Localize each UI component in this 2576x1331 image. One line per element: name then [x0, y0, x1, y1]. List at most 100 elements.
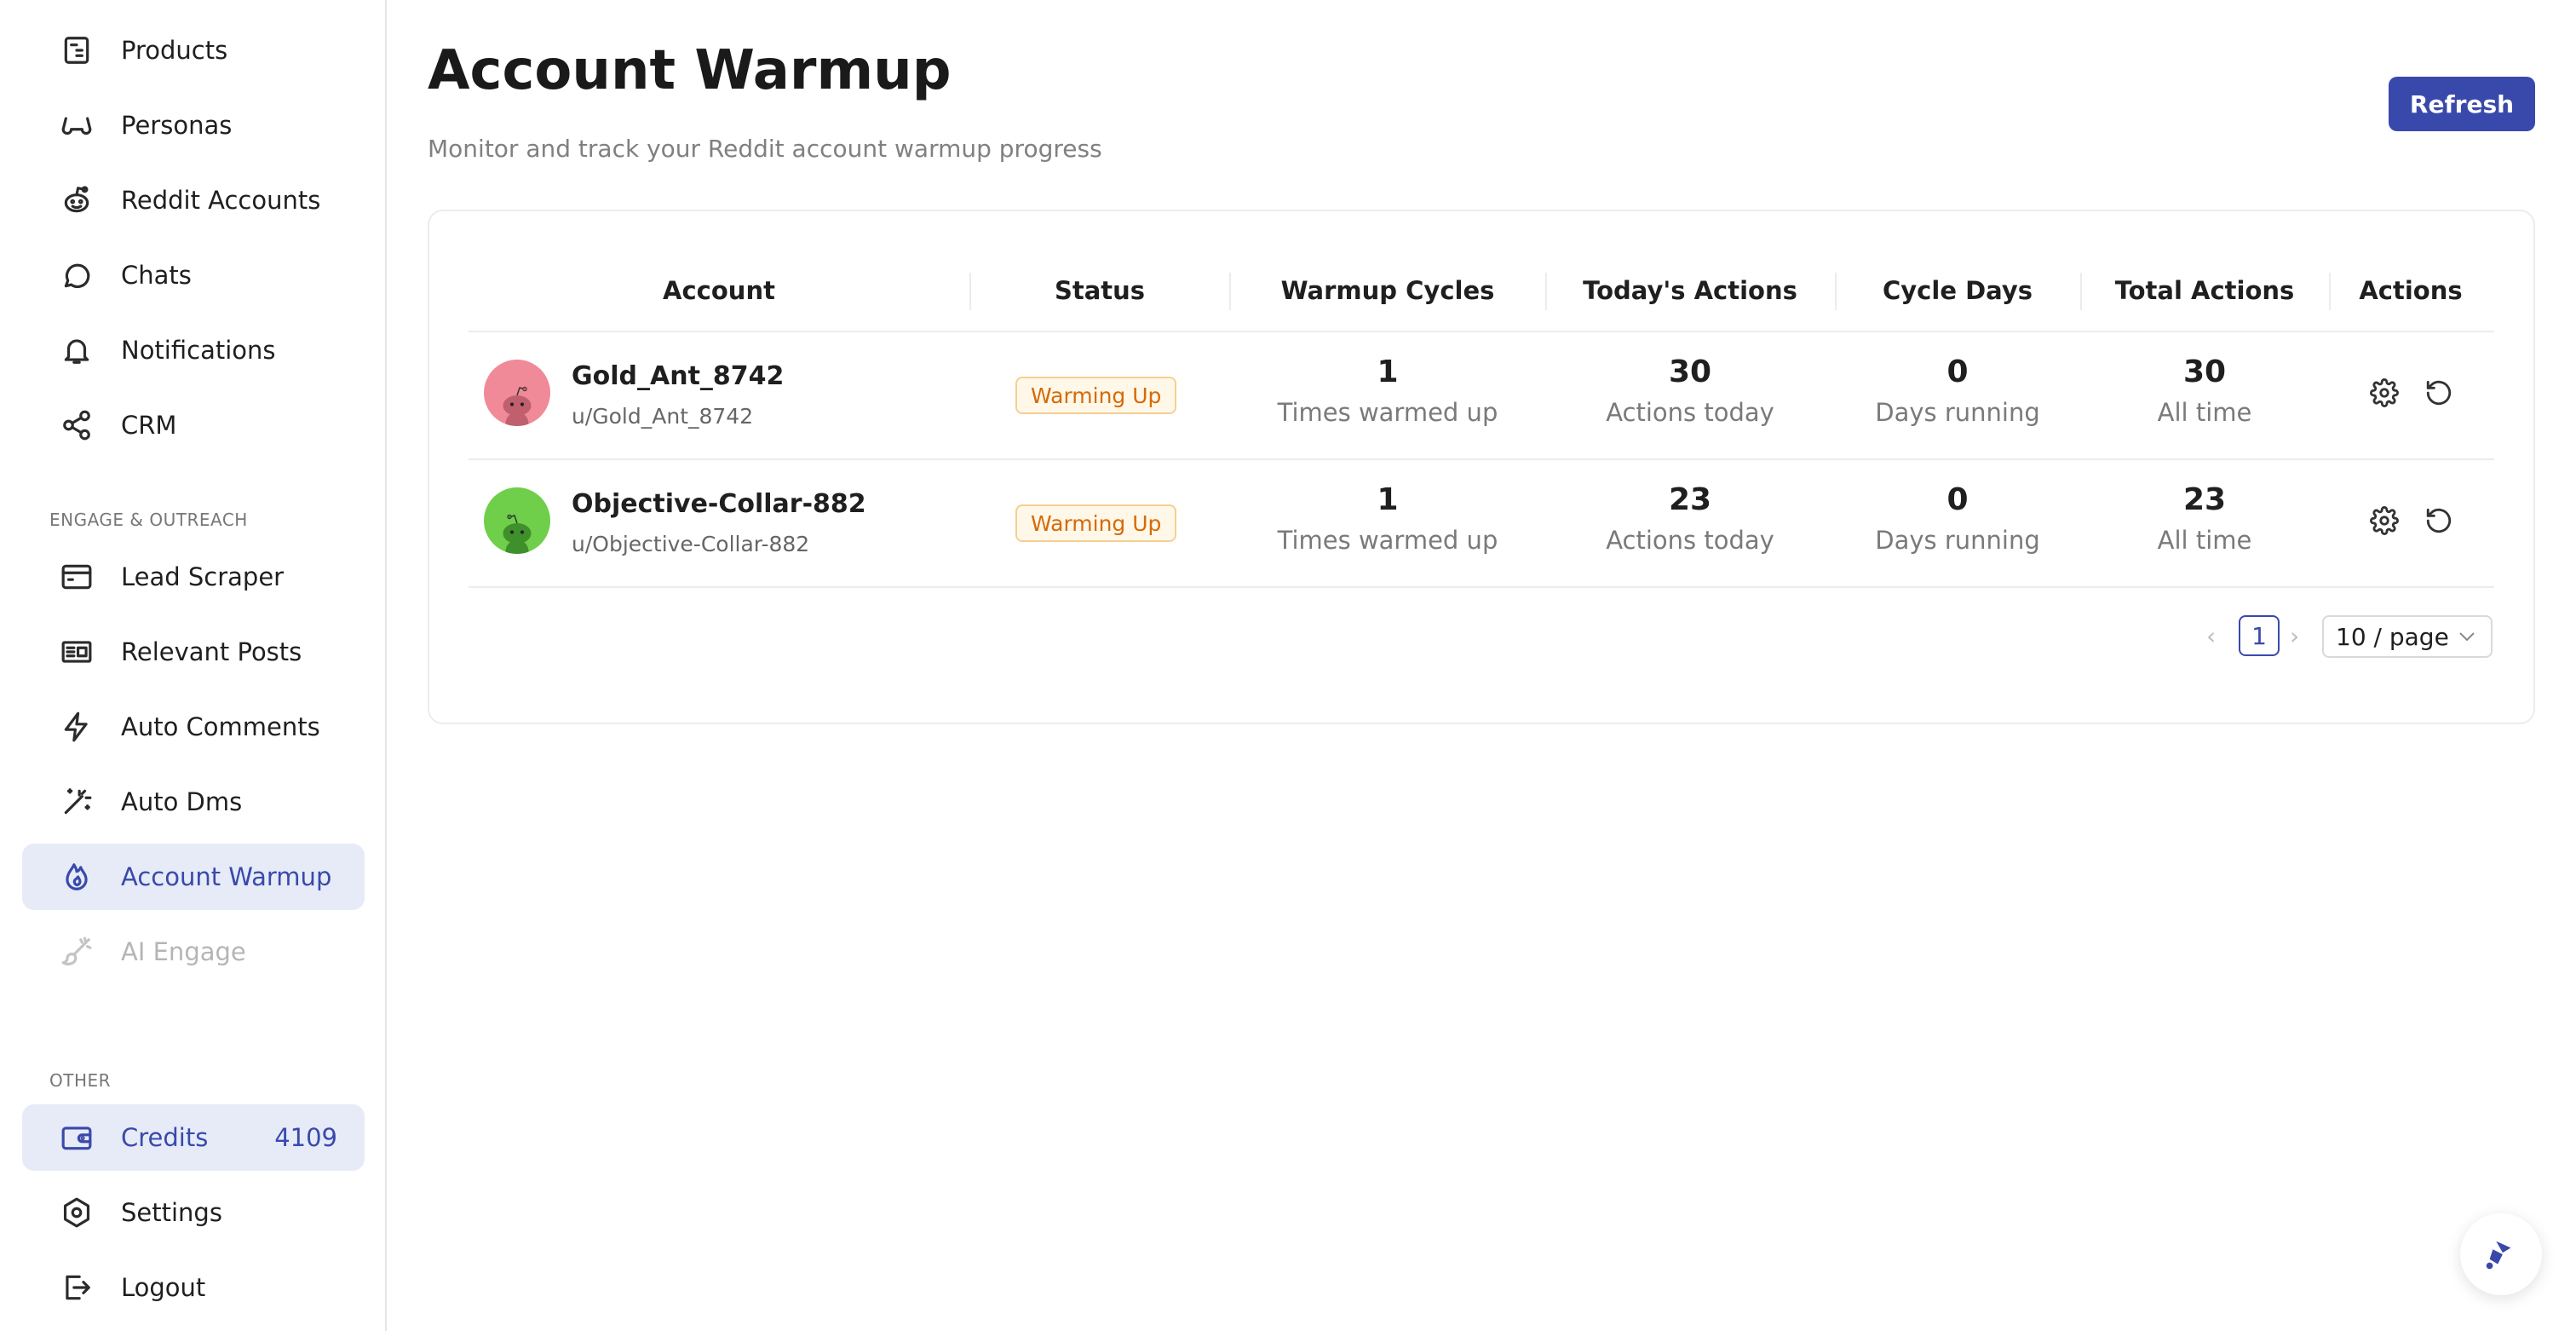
sidebar-item-auto-comments[interactable]: Auto Comments [22, 694, 365, 760]
sidebar-item-account-warmup[interactable]: Account Warmup [22, 844, 365, 910]
avatar [484, 360, 550, 426]
total-actions-caption: All time [2157, 526, 2252, 555]
page-size-value: 10 / page [2336, 622, 2449, 651]
sidebar-item-label: Lead Scraper [121, 562, 285, 591]
sidebar-item-credits[interactable]: Credits 4109 [22, 1104, 365, 1171]
warmup-cycles-value: 1 [1377, 354, 1399, 389]
sidebar-item-label: Notifications [121, 336, 276, 365]
avatar [484, 487, 550, 554]
sidebar-item-logout[interactable]: Logout [22, 1254, 365, 1321]
credits-count: 4109 [274, 1123, 337, 1152]
sidebar-item-chats[interactable]: Chats [22, 242, 365, 308]
column-divider [2080, 273, 2082, 310]
sidebar-item-label: Reddit Accounts [121, 186, 321, 215]
next-page-button[interactable]: › [2290, 622, 2299, 650]
brush-icon [60, 935, 94, 969]
sidebar-item-crm[interactable]: CRM [22, 392, 365, 458]
status-badge: Warming Up [1015, 504, 1177, 542]
column-divider [1835, 273, 1837, 310]
wallet-icon [60, 1121, 94, 1155]
sidebar-item-auto-dms[interactable]: Auto Dms [22, 769, 365, 835]
sidebar-item-notifications[interactable]: Notifications [22, 317, 365, 383]
bell-icon [60, 333, 94, 367]
cycle-days-value: 0 [1946, 482, 1969, 517]
chat-widget-icon [2486, 1241, 2511, 1270]
total-actions-caption: All time [2157, 398, 2252, 427]
todays-actions-caption: Actions today [1606, 526, 1774, 555]
sidebar-item-personas[interactable]: Personas [22, 92, 365, 158]
lightning-icon [60, 710, 94, 744]
todays-actions-cell: 23 Actions today [1606, 482, 1774, 555]
sidebar-item-label: CRM [121, 411, 177, 440]
share-nodes-icon [60, 408, 94, 442]
sidebar-item-ai-engage[interactable]: AI Engage [22, 919, 365, 985]
chevron-down-icon [2459, 632, 2475, 642]
header-divider [469, 331, 2494, 332]
sidebar-item-label: Credits [121, 1123, 209, 1152]
sidebar-item-relevant-posts[interactable]: Relevant Posts [22, 619, 365, 685]
help-chat-button[interactable] [2460, 1213, 2542, 1295]
page-subtitle: Monitor and track your Reddit account wa… [428, 135, 1102, 163]
sidebar-item-label: Account Warmup [121, 862, 332, 891]
reset-icon[interactable] [2424, 378, 2453, 407]
column-divider [969, 273, 971, 310]
warmup-cycles-caption: Times warmed up [1277, 398, 1498, 427]
row-divider [469, 458, 2494, 460]
sidebar-item-products[interactable]: Products [22, 17, 365, 84]
warmup-cycles-cell: 1 Times warmed up [1278, 482, 1498, 555]
section-title-engage: ENGAGE & OUTREACH [49, 510, 248, 530]
account-handle: u/Objective-Collar-882 [572, 532, 810, 556]
total-actions-value: 30 [2182, 354, 2227, 389]
page-title: Account Warmup [428, 39, 952, 102]
logout-icon [60, 1270, 94, 1305]
chat-bubble-icon [60, 258, 94, 292]
reset-icon[interactable] [2424, 506, 2453, 535]
sidebar-item-label: Auto Comments [121, 712, 320, 741]
sidebar-item-label: Personas [121, 111, 233, 140]
flame-icon [60, 860, 94, 894]
hexagon-settings-icon [60, 1196, 94, 1230]
magic-wand-icon [60, 785, 94, 819]
cycle-days-cell: 0 Days running [1875, 354, 2040, 427]
todays-actions-value: 23 [1668, 482, 1712, 517]
column-divider [1229, 273, 1231, 310]
page-number-button[interactable]: 1 [2239, 615, 2280, 656]
gear-icon[interactable] [2370, 378, 2399, 407]
sidebar-item-label: Settings [121, 1198, 222, 1227]
reddit-icon [60, 183, 94, 217]
sidebar-item-label: Logout [121, 1273, 206, 1302]
total-actions-cell: 30 All time [2158, 354, 2252, 427]
product-icon [60, 33, 94, 67]
cycle-days-caption: Days running [1875, 398, 2040, 427]
todays-actions-cell: 30 Actions today [1606, 354, 1774, 427]
reddit-snoo-icon [503, 386, 532, 426]
todays-actions-value: 30 [1668, 354, 1712, 389]
refresh-button[interactable]: Refresh [2389, 77, 2535, 131]
sidebar-item-label: Chats [121, 261, 192, 290]
row-divider [469, 586, 2494, 588]
cycle-days-caption: Days running [1875, 526, 2040, 555]
account-handle: u/Gold_Ant_8742 [572, 404, 754, 429]
newspaper-icon [60, 635, 94, 669]
account-name: Gold_Ant_8742 [572, 361, 785, 391]
gear-icon[interactable] [2370, 506, 2399, 535]
sidebar-item-lead-scraper[interactable]: Lead Scraper [22, 544, 365, 610]
prev-page-button[interactable]: ‹ [2206, 622, 2216, 650]
sidebar-item-label: Products [121, 36, 228, 65]
sidebar-item-settings[interactable]: Settings [22, 1179, 365, 1246]
todays-actions-caption: Actions today [1606, 398, 1774, 427]
sidebar-item-label: Auto Dms [121, 787, 243, 816]
column-header-todays-actions: Today's Actions [1583, 276, 1797, 305]
page-size-select[interactable]: 10 / page [2322, 615, 2493, 658]
sidebar-item-label: AI Engage [121, 937, 246, 966]
warmup-cycles-caption: Times warmed up [1277, 526, 1498, 555]
total-actions-value: 23 [2182, 482, 2227, 517]
warmup-cycles-value: 1 [1377, 482, 1399, 517]
reddit-snoo-icon [503, 514, 532, 554]
cycle-days-cell: 0 Days running [1875, 482, 2040, 555]
column-divider [2329, 273, 2331, 310]
sidebar-item-reddit-accounts[interactable]: Reddit Accounts [22, 167, 365, 233]
glasses-icon [60, 108, 94, 142]
status-badge: Warming Up [1015, 377, 1177, 414]
browser-window-icon [60, 560, 94, 594]
